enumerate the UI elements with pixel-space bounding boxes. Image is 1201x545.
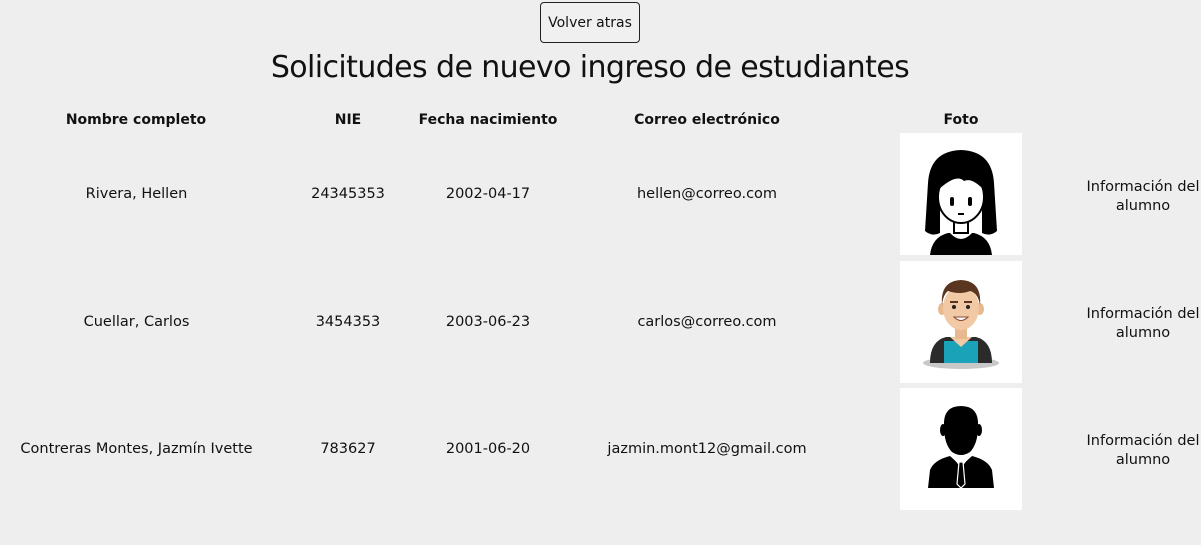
student-name: Cuellar, Carlos bbox=[83, 314, 190, 330]
back-button[interactable]: Volver atras bbox=[540, 2, 640, 43]
column-header-name: Nombre completo bbox=[65, 112, 207, 128]
businessman-silhouette-icon bbox=[900, 388, 1022, 510]
student-email: jazmin.mont12@gmail.com bbox=[607, 441, 807, 457]
student-nie: 783627 bbox=[320, 441, 376, 457]
student-email: carlos@correo.com bbox=[637, 314, 777, 330]
student-name: Contreras Montes, Jazmín Ivette bbox=[20, 441, 253, 457]
column-header-birth-date: Fecha nacimiento bbox=[418, 112, 558, 128]
student-info-link[interactable]: Información del alumno bbox=[1086, 432, 1200, 470]
male-avatar-icon bbox=[900, 261, 1022, 383]
student-birth-date: 2002-04-17 bbox=[445, 186, 531, 202]
column-header-nie: NIE bbox=[334, 112, 362, 128]
page: Volver atras Solicitudes de nuevo ingres… bbox=[0, 0, 1201, 545]
student-birth-date: 2001-06-20 bbox=[445, 441, 531, 457]
student-nie: 24345353 bbox=[311, 186, 385, 202]
female-avatar-icon bbox=[900, 133, 1022, 255]
page-title: Solicitudes de nuevo ingreso de estudian… bbox=[270, 50, 910, 85]
student-info-link[interactable]: Información del alumno bbox=[1086, 305, 1200, 343]
column-header-photo: Foto bbox=[943, 112, 979, 128]
student-name: Rivera, Hellen bbox=[85, 186, 188, 202]
column-header-email: Correo electrónico bbox=[634, 112, 780, 128]
student-nie: 3454353 bbox=[315, 314, 381, 330]
student-birth-date: 2003-06-23 bbox=[445, 314, 531, 330]
student-info-link[interactable]: Información del alumno bbox=[1086, 178, 1200, 216]
student-email: hellen@correo.com bbox=[636, 186, 778, 202]
